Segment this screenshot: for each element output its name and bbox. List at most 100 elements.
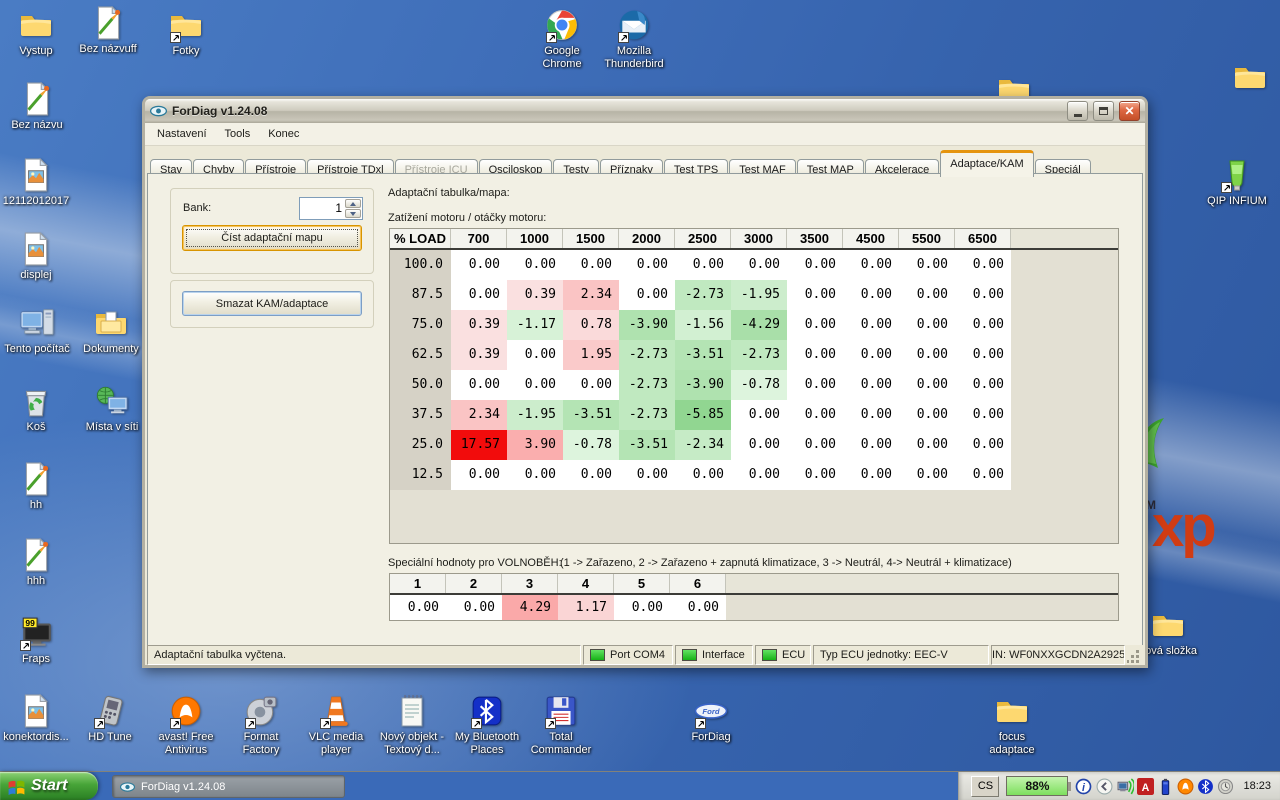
shortcut-arrow-icon bbox=[170, 718, 181, 729]
map-value-cell: 1.95 bbox=[563, 340, 619, 370]
map-col-header: 700 bbox=[451, 229, 507, 248]
clear-kam-button[interactable]: Smazat KAM/adaptace bbox=[182, 291, 362, 316]
desktop-icon-nov-objekt-textov-d[interactable]: Nový objekt -Textový d... bbox=[375, 694, 449, 757]
desktop-icon-label: focusadaptace bbox=[975, 731, 1049, 757]
desktop-icon-hhh[interactable]: hhh bbox=[0, 538, 73, 588]
paint-icon bbox=[19, 462, 53, 496]
map-value-cell: 0.00 bbox=[731, 400, 787, 430]
map-value-cell: 0.00 bbox=[787, 310, 843, 340]
desktop-icon-dokumenty[interactable]: Dokumenty bbox=[74, 306, 148, 356]
bank-value: 1 bbox=[300, 201, 342, 215]
desktop-icon-avast-free-antivirus[interactable]: avast! FreeAntivirus bbox=[149, 694, 223, 757]
menu-item-nastaven[interactable]: Nastavení bbox=[149, 125, 215, 143]
map-col-header: 6500 bbox=[955, 229, 1011, 248]
adaptation-map-table: % LOAD7001000150020002500300035004500550… bbox=[389, 228, 1119, 544]
battery-tray-icon[interactable] bbox=[1157, 778, 1174, 795]
close-button[interactable] bbox=[1119, 101, 1140, 121]
map-value-cell: 0.00 bbox=[731, 250, 787, 280]
maximize-button[interactable] bbox=[1093, 101, 1114, 121]
desktop-icon-hh[interactable]: hh bbox=[0, 462, 73, 512]
map-value-cell: -1.17 bbox=[507, 310, 563, 340]
desktop-icon-qip-infium[interactable]: QIP INFIUM bbox=[1200, 158, 1274, 208]
clock-tray-icon[interactable] bbox=[1217, 778, 1234, 795]
start-button[interactable]: Start bbox=[0, 772, 98, 800]
desktop-icon-my-bluetooth-places[interactable]: My BluetoothPlaces bbox=[450, 694, 524, 757]
bluetooth-tray-icon[interactable] bbox=[1197, 778, 1214, 795]
map-load-cell: 87.5 bbox=[390, 280, 451, 310]
bank-groupbox: Bank: 1 Číst adaptační mapu bbox=[170, 188, 374, 274]
titlebar[interactable]: ForDiag v1.24.08 bbox=[145, 99, 1145, 123]
desktop-icon-konektordis[interactable]: konektordis... bbox=[0, 694, 73, 744]
bank-spinner[interactable]: 1 bbox=[299, 197, 363, 220]
info-tray-icon[interactable]: i bbox=[1075, 778, 1092, 795]
map-value-cell: -2.73 bbox=[619, 400, 675, 430]
desktop-icon-fordiag[interactable]: FordForDiag bbox=[674, 694, 748, 744]
paint-icon bbox=[19, 538, 53, 572]
map-col-header: 3500 bbox=[787, 229, 843, 248]
resize-grip[interactable] bbox=[1127, 645, 1141, 665]
desktop-icon-tento-po-ta[interactable]: Tento počítač bbox=[0, 306, 74, 356]
desktop-icon-focus-adaptace[interactable]: focusadaptace bbox=[975, 694, 1049, 757]
desktop-icon-label: MozillaThunderbird bbox=[597, 45, 671, 71]
tab-adaptace-kam[interactable]: Adaptace/KAM bbox=[940, 150, 1033, 177]
maximize-icon bbox=[1099, 107, 1108, 115]
pdf-tray-icon[interactable]: A bbox=[1137, 778, 1154, 795]
image-icon bbox=[19, 694, 53, 728]
map-value-cell: 0.00 bbox=[451, 250, 507, 280]
floppy-icon bbox=[544, 694, 578, 728]
idle-col-header: 4 bbox=[558, 574, 614, 593]
desktop-icon-displej[interactable]: displej bbox=[0, 232, 73, 282]
desktop-icon-fotky[interactable]: Fotky bbox=[149, 8, 223, 58]
spinner-down-button[interactable] bbox=[345, 209, 361, 218]
desktop-icon-ko[interactable]: Koš bbox=[0, 384, 73, 434]
menu-item-tools[interactable]: Tools bbox=[217, 125, 259, 143]
collapse-chevron-button[interactable] bbox=[1096, 778, 1113, 795]
map-value-cell: 0.00 bbox=[899, 340, 955, 370]
desktop-icon-vystup[interactable]: Vystup bbox=[0, 8, 73, 58]
map-value-cell: 0.00 bbox=[675, 460, 731, 490]
desktop-icon-google-chrome[interactable]: GoogleChrome bbox=[525, 8, 599, 71]
desktop-icon-mozilla-thunderbird[interactable]: MozillaThunderbird bbox=[597, 8, 671, 71]
idle-col-header: 5 bbox=[614, 574, 670, 593]
spinner-up-button[interactable] bbox=[345, 199, 361, 208]
map-value-cell: 0.00 bbox=[899, 310, 955, 340]
desktop-icon-format-factory[interactable]: FormatFactory bbox=[224, 694, 298, 757]
idle-value-cell: 0.00 bbox=[670, 595, 726, 621]
desktop-icon-label: Dokumenty bbox=[74, 343, 148, 356]
tab-page-adaptace-kam: Bank: 1 Číst adaptační mapu Smazat KAM/a… bbox=[147, 173, 1143, 648]
desktop-icon-12112012017[interactable]: 12112012017 bbox=[0, 158, 73, 208]
map-value-cell: -3.51 bbox=[619, 430, 675, 460]
desktop-icon-bez-n-zvu[interactable]: Bez názvu bbox=[0, 82, 74, 132]
read-adaptation-map-button[interactable]: Číst adaptační mapu bbox=[182, 225, 362, 251]
shortcut-arrow-icon bbox=[695, 718, 706, 729]
desktop-icon-vlc-media-player[interactable]: VLC mediaplayer bbox=[299, 694, 373, 757]
language-indicator[interactable]: CS bbox=[971, 776, 999, 797]
network-tray-icon[interactable] bbox=[1117, 778, 1134, 795]
desktop-icon-label: Tento počítač bbox=[0, 343, 74, 356]
desktop-icon-hd-tune[interactable]: HD Tune bbox=[73, 694, 147, 744]
taskbar-task-fordiag[interactable]: ForDiag v1.24.08 bbox=[112, 775, 345, 798]
task-label: ForDiag v1.24.08 bbox=[141, 781, 225, 793]
map-value-cell: 0.00 bbox=[955, 280, 1011, 310]
desktop-icon-bez-n-zvuff[interactable]: Bez názvuff bbox=[71, 6, 145, 56]
desktop-icon-fraps[interactable]: 99Fraps bbox=[0, 616, 73, 666]
arrow-up-icon bbox=[350, 202, 356, 206]
battery-meter: 88% bbox=[1006, 776, 1068, 796]
map-value-cell: -0.78 bbox=[563, 430, 619, 460]
minimize-button[interactable] bbox=[1067, 101, 1088, 121]
avast-tray-icon[interactable] bbox=[1177, 778, 1194, 795]
desktop-icon-blank[interactable] bbox=[1213, 60, 1280, 97]
menu-item-konec[interactable]: Konec bbox=[260, 125, 307, 143]
status-message-panel: Adaptační tabulka vyčtena. bbox=[147, 645, 581, 665]
map-value-cell: -2.73 bbox=[619, 370, 675, 400]
desktop-icon-m-sta-v-s-ti[interactable]: Místa v síti bbox=[75, 384, 149, 434]
map-value-cell: 0.00 bbox=[451, 370, 507, 400]
map-row: 75.00.39-1.170.78-3.90-1.56-4.290.000.00… bbox=[390, 310, 1118, 340]
map-value-cell: -3.90 bbox=[619, 310, 675, 340]
map-value-cell: 0.00 bbox=[955, 400, 1011, 430]
ecu-type-text: Typ ECU jednotky: EEC-V bbox=[820, 649, 948, 661]
map-value-cell: -3.51 bbox=[675, 340, 731, 370]
desktop-icon-total-commander[interactable]: TotalCommander bbox=[524, 694, 598, 757]
app-eye-icon-small bbox=[120, 782, 135, 792]
map-value-cell: 0.00 bbox=[843, 310, 899, 340]
